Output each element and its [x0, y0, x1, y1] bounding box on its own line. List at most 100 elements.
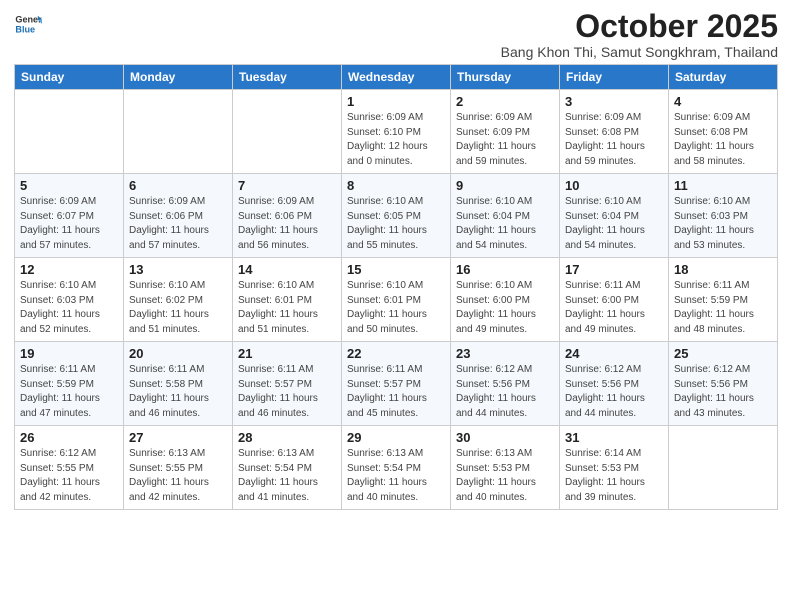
- day-cell: [15, 90, 124, 174]
- day-info: Sunrise: 6:09 AMSunset: 6:06 PMDaylight:…: [129, 195, 227, 253]
- logo-icon: General Blue: [14, 10, 42, 38]
- day-cell: 9 Sunrise: 6:10 AMSunset: 6:04 PMDaylight…: [451, 174, 560, 258]
- day-cell: [233, 90, 342, 174]
- calendar-body: 1Sunrise: 6:09 AMSunset: 6:10 PMDaylight…: [15, 90, 778, 510]
- day-number: 14: [238, 262, 336, 277]
- day-info: Sunrise: 6:11 AMSunset: 6:00 PMDaylight:…: [565, 279, 663, 337]
- day-number: 11: [674, 178, 772, 193]
- day-cell: 2 Sunrise: 6:09 AMSunset: 6:09 PMDaylight…: [451, 90, 560, 174]
- day-number: 18: [674, 262, 772, 277]
- day-info: Sunrise: 6:09 AMSunset: 6:06 PMDaylight:…: [238, 195, 336, 253]
- day-info: Sunrise: 6:10 AMSunset: 6:03 PMDaylight:…: [20, 279, 118, 337]
- day-number: 20: [129, 346, 227, 361]
- day-number: 30: [456, 430, 554, 445]
- day-cell: 16 Sunrise: 6:10 AMSunset: 6:00 PMDayligh…: [451, 258, 560, 342]
- day-number: 23: [456, 346, 554, 361]
- header: General Blue October 2025 Bang Khon Thi,…: [14, 10, 778, 60]
- day-number: 17: [565, 262, 663, 277]
- week-row-3: 12 Sunrise: 6:10 AMSunset: 6:03 PMDayligh…: [15, 258, 778, 342]
- day-info: Sunrise: 6:13 AMSunset: 5:54 PMDaylight:…: [347, 447, 445, 505]
- day-info: Sunrise: 6:13 AMSunset: 5:54 PMDaylight:…: [238, 447, 336, 505]
- day-number: 2: [456, 94, 554, 109]
- day-number: 16: [456, 262, 554, 277]
- week-row-1: 1Sunrise: 6:09 AMSunset: 6:10 PMDaylight…: [15, 90, 778, 174]
- calendar-table: Sunday Monday Tuesday Wednesday Thursday…: [14, 64, 778, 510]
- col-sunday: Sunday: [15, 65, 124, 90]
- day-info: Sunrise: 6:11 AMSunset: 5:59 PMDaylight:…: [20, 363, 118, 421]
- day-cell: 21Sunrise: 6:11 AMSunset: 5:57 PMDayligh…: [233, 342, 342, 426]
- day-cell: 11Sunrise: 6:10 AMSunset: 6:03 PMDayligh…: [669, 174, 778, 258]
- day-cell: 23 Sunrise: 6:12 AMSunset: 5:56 PMDayligh…: [451, 342, 560, 426]
- day-number: 4: [674, 94, 772, 109]
- day-number: 27: [129, 430, 227, 445]
- day-info: Sunrise: 6:11 AMSunset: 5:57 PMDaylight:…: [347, 363, 445, 421]
- day-info: Sunrise: 6:13 AMSunset: 5:55 PMDaylight:…: [129, 447, 227, 505]
- col-saturday: Saturday: [669, 65, 778, 90]
- col-monday: Monday: [124, 65, 233, 90]
- day-info: Sunrise: 6:09 AMSunset: 6:10 PMDaylight:…: [347, 111, 445, 169]
- day-number: 12: [20, 262, 118, 277]
- day-number: 9: [456, 178, 554, 193]
- day-cell: 1Sunrise: 6:09 AMSunset: 6:10 PMDaylight…: [342, 90, 451, 174]
- day-info: Sunrise: 6:12 AMSunset: 5:56 PMDaylight:…: [565, 363, 663, 421]
- day-cell: 24 Sunrise: 6:12 AMSunset: 5:56 PMDayligh…: [560, 342, 669, 426]
- day-info: Sunrise: 6:09 AMSunset: 6:09 PMDaylight:…: [456, 111, 554, 169]
- col-tuesday: Tuesday: [233, 65, 342, 90]
- day-cell: 15Sunrise: 6:10 AMSunset: 6:01 PMDayligh…: [342, 258, 451, 342]
- day-info: Sunrise: 6:12 AMSunset: 5:56 PMDaylight:…: [456, 363, 554, 421]
- col-wednesday: Wednesday: [342, 65, 451, 90]
- day-number: 5: [20, 178, 118, 193]
- day-cell: 7 Sunrise: 6:09 AMSunset: 6:06 PMDaylight…: [233, 174, 342, 258]
- day-cell: 30 Sunrise: 6:13 AMSunset: 5:53 PMDayligh…: [451, 426, 560, 510]
- day-cell: [669, 426, 778, 510]
- day-cell: 29 Sunrise: 6:13 AMSunset: 5:54 PMDayligh…: [342, 426, 451, 510]
- day-cell: 19 Sunrise: 6:11 AMSunset: 5:59 PMDayligh…: [15, 342, 124, 426]
- day-cell: 22 Sunrise: 6:11 AMSunset: 5:57 PMDayligh…: [342, 342, 451, 426]
- day-cell: 26 Sunrise: 6:12 AMSunset: 5:55 PMDayligh…: [15, 426, 124, 510]
- col-thursday: Thursday: [451, 65, 560, 90]
- day-number: 7: [238, 178, 336, 193]
- day-number: 22: [347, 346, 445, 361]
- day-number: 28: [238, 430, 336, 445]
- day-cell: 18 Sunrise: 6:11 AMSunset: 5:59 PMDayligh…: [669, 258, 778, 342]
- title-block: October 2025 Bang Khon Thi, Samut Songkh…: [501, 10, 778, 60]
- day-number: 31: [565, 430, 663, 445]
- day-number: 24: [565, 346, 663, 361]
- day-number: 10: [565, 178, 663, 193]
- day-number: 15: [347, 262, 445, 277]
- day-cell: 12 Sunrise: 6:10 AMSunset: 6:03 PMDayligh…: [15, 258, 124, 342]
- day-number: 8: [347, 178, 445, 193]
- week-row-2: 5 Sunrise: 6:09 AMSunset: 6:07 PMDaylight…: [15, 174, 778, 258]
- day-info: Sunrise: 6:10 AMSunset: 6:04 PMDaylight:…: [456, 195, 554, 253]
- day-cell: 17 Sunrise: 6:11 AMSunset: 6:00 PMDayligh…: [560, 258, 669, 342]
- day-info: Sunrise: 6:10 AMSunset: 6:01 PMDaylight:…: [238, 279, 336, 337]
- day-cell: 4Sunrise: 6:09 AMSunset: 6:08 PMDaylight…: [669, 90, 778, 174]
- day-cell: 10Sunrise: 6:10 AMSunset: 6:04 PMDayligh…: [560, 174, 669, 258]
- day-cell: 27 Sunrise: 6:13 AMSunset: 5:55 PMDayligh…: [124, 426, 233, 510]
- day-cell: 5 Sunrise: 6:09 AMSunset: 6:07 PMDaylight…: [15, 174, 124, 258]
- day-info: Sunrise: 6:09 AMSunset: 6:07 PMDaylight:…: [20, 195, 118, 253]
- day-info: Sunrise: 6:12 AMSunset: 5:55 PMDaylight:…: [20, 447, 118, 505]
- day-info: Sunrise: 6:10 AMSunset: 6:00 PMDaylight:…: [456, 279, 554, 337]
- day-number: 29: [347, 430, 445, 445]
- day-info: Sunrise: 6:10 AMSunset: 6:02 PMDaylight:…: [129, 279, 227, 337]
- day-info: Sunrise: 6:13 AMSunset: 5:53 PMDaylight:…: [456, 447, 554, 505]
- month-title: October 2025: [501, 10, 778, 42]
- day-number: 19: [20, 346, 118, 361]
- day-cell: 8Sunrise: 6:10 AMSunset: 6:05 PMDaylight…: [342, 174, 451, 258]
- day-number: 26: [20, 430, 118, 445]
- day-cell: 20 Sunrise: 6:11 AMSunset: 5:58 PMDayligh…: [124, 342, 233, 426]
- col-friday: Friday: [560, 65, 669, 90]
- day-cell: 13Sunrise: 6:10 AMSunset: 6:02 PMDayligh…: [124, 258, 233, 342]
- day-info: Sunrise: 6:09 AMSunset: 6:08 PMDaylight:…: [565, 111, 663, 169]
- day-info: Sunrise: 6:11 AMSunset: 5:59 PMDaylight:…: [674, 279, 772, 337]
- day-info: Sunrise: 6:11 AMSunset: 5:58 PMDaylight:…: [129, 363, 227, 421]
- week-row-5: 26 Sunrise: 6:12 AMSunset: 5:55 PMDayligh…: [15, 426, 778, 510]
- calendar-header: Sunday Monday Tuesday Wednesday Thursday…: [15, 65, 778, 90]
- day-number: 3: [565, 94, 663, 109]
- day-number: 6: [129, 178, 227, 193]
- day-cell: 6 Sunrise: 6:09 AMSunset: 6:06 PMDaylight…: [124, 174, 233, 258]
- week-row-4: 19 Sunrise: 6:11 AMSunset: 5:59 PMDayligh…: [15, 342, 778, 426]
- subtitle: Bang Khon Thi, Samut Songkhram, Thailand: [501, 44, 778, 60]
- header-row: Sunday Monday Tuesday Wednesday Thursday…: [15, 65, 778, 90]
